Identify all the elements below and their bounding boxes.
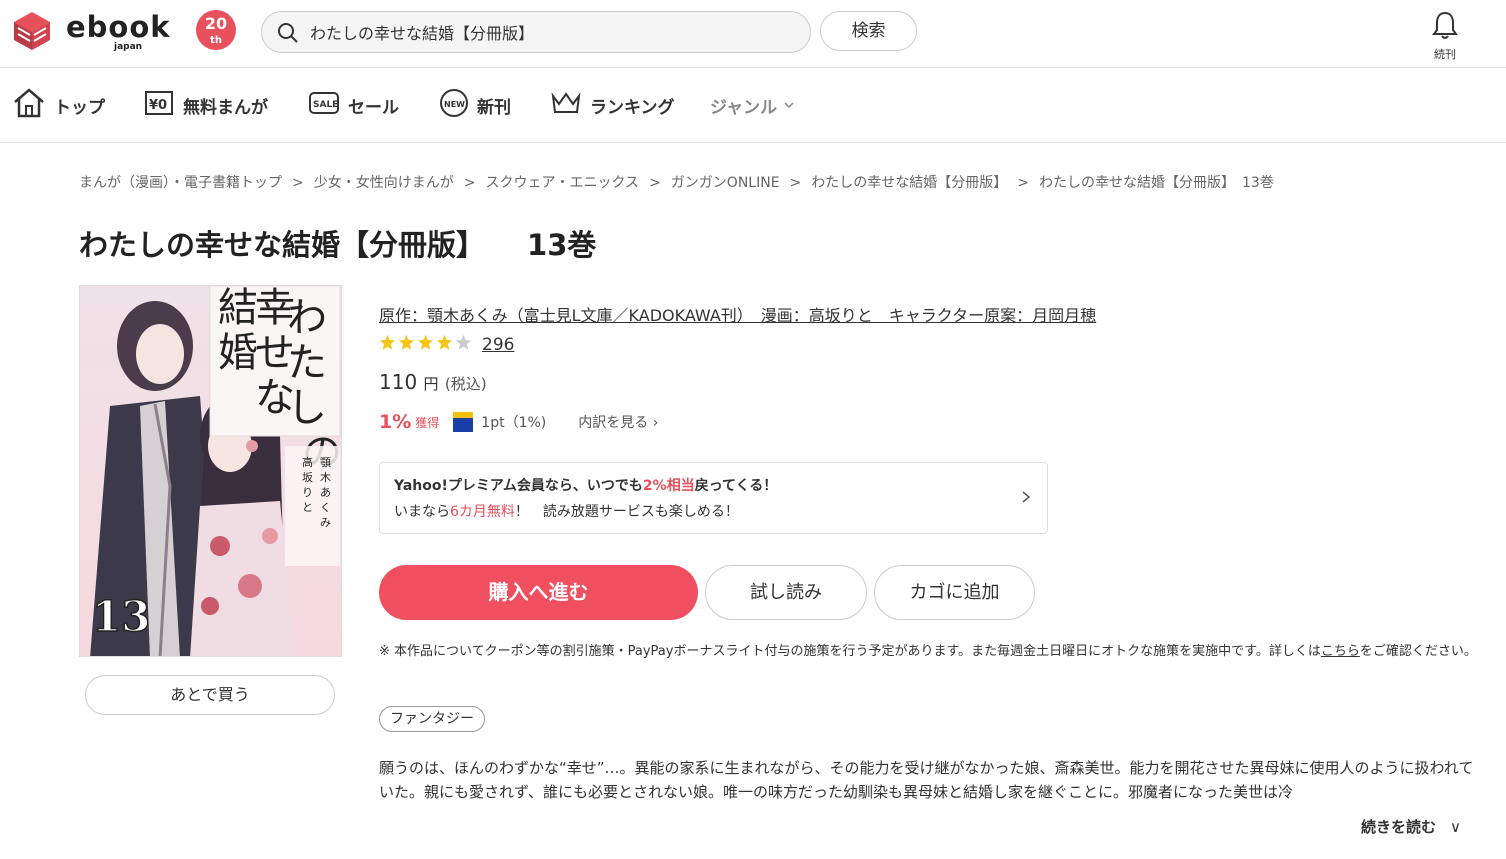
- search-button[interactable]: 検索: [820, 11, 917, 51]
- nav-label: セール: [348, 97, 399, 118]
- book-cover[interactable]: わ た し 幸 せ な 結 婚 の 顎木あくみ 高坂りと 13: [79, 285, 342, 657]
- yen-zero-icon: ¥0: [143, 89, 183, 122]
- author-credits[interactable]: 原作：顎木あくみ（富士見L文庫／KADOKAWA刊） 漫画：高坂りと キャラクタ…: [379, 302, 1096, 326]
- promo-line-1: Yahoo!プレミアム会員なら、いつでも2%相当戻ってくる！: [394, 475, 777, 495]
- anniversary-badge: 20 th: [196, 10, 236, 50]
- nav-item-new[interactable]: NEW 新刊: [439, 87, 511, 123]
- promo-line-1-highlight: 2%相当: [642, 478, 695, 494]
- search-icon[interactable]: [276, 21, 300, 45]
- breadcrumb-current: わたしの幸せな結婚【分冊版】 13巻: [1039, 175, 1274, 191]
- star-icon-filled: [417, 334, 436, 355]
- breadcrumb-separator: >: [1017, 175, 1030, 191]
- price-value: 110: [379, 370, 418, 394]
- breadcrumb-separator: >: [649, 175, 661, 191]
- read-more-button[interactable]: 続きを読む ∨: [1361, 816, 1461, 837]
- page-title: わたしの幸せな結婚【分冊版】 13巻: [79, 222, 596, 264]
- yahoo-premium-banner[interactable]: Yahoo!プレミアム会員なら、いつでも2%相当戻ってくる！ いまなら6カ月無料…: [379, 462, 1048, 534]
- price-unit: 円: [423, 375, 439, 393]
- breadcrumb-item[interactable]: まんが（漫画）・電子書籍トップ: [79, 175, 282, 191]
- point-percent: 1%: [379, 411, 412, 433]
- breadcrumb-separator: >: [292, 175, 304, 191]
- bell-icon: [1432, 11, 1458, 44]
- campaign-notice: ※ 本作品についてクーポン等の割引施策・PayPayボーナスライト付与の施策を行…: [379, 642, 1479, 662]
- breadcrumb-item[interactable]: わたしの幸せな結婚【分冊版】: [811, 175, 1007, 191]
- description: 願うのは、ほんのわずかな“幸せ”…。異能の家系に生まれながら、その能力を受け継が…: [379, 759, 1474, 801]
- promo-line-2-highlight: 6カ月無料: [450, 504, 515, 520]
- breadcrumb-item[interactable]: スクウェア・エニックス: [485, 175, 639, 191]
- rating: 296: [379, 334, 514, 355]
- book-stack-icon: [10, 8, 54, 54]
- home-icon: [12, 87, 54, 124]
- promo-line-1-pre: Yahoo!プレミアム会員なら、いつでも: [394, 478, 643, 494]
- svg-text:SALE: SALE: [313, 100, 338, 110]
- purchase-button[interactable]: 購入へ進む: [379, 565, 698, 620]
- cover-volume-number: 13: [92, 592, 150, 641]
- nav-label: 新刊: [477, 97, 511, 118]
- trial-read-button[interactable]: 試し読み: [705, 565, 867, 620]
- site-logo[interactable]: ebook japan 20 th: [10, 8, 236, 54]
- notice-link[interactable]: こちら: [1321, 644, 1360, 659]
- bell-label: 続刊: [1434, 48, 1456, 61]
- nav-item-genre[interactable]: ジャンル: [710, 87, 803, 123]
- breadcrumb: まんが（漫画）・電子書籍トップ > 少女・女性向けまんが > スクウェア・エニックス > ガ…: [79, 172, 1274, 192]
- star-icon-filled: [398, 334, 417, 355]
- buy-later-button[interactable]: あとで買う: [85, 675, 335, 715]
- logo-wordmark: ebook: [66, 10, 171, 44]
- star-icon-filled: [436, 334, 455, 355]
- chevron-down-icon: ∨: [1450, 818, 1461, 836]
- promo-line-2-post: ！ 読み放題サービスも楽しめる！: [514, 504, 739, 520]
- follow-button[interactable]: 続刊: [1420, 10, 1470, 62]
- notice-text: ※ 本作品についてクーポン等の割引施策・PayPayボーナスライト付与の施策を行…: [379, 644, 1321, 659]
- nav-item-ranking[interactable]: ランキング: [550, 87, 675, 123]
- svg-text:NEW: NEW: [444, 100, 465, 109]
- svg-text:¥0: ¥0: [149, 98, 167, 113]
- promo-line-1-post: 戻ってくる！: [694, 478, 778, 494]
- nav-item-sale[interactable]: SALE セール: [308, 87, 399, 123]
- t-point-value: 1pt（1%): [481, 415, 547, 431]
- title-main: わたしの幸せな結婚【分冊版】: [79, 228, 486, 262]
- point-percent-label: 獲得: [415, 415, 440, 430]
- breadcrumb-item[interactable]: 少女・女性向けまんが: [314, 175, 454, 191]
- star-icon-empty: [455, 334, 474, 355]
- nav-label: トップ: [54, 97, 105, 118]
- notice-tail: をご確認ください。: [1359, 644, 1477, 659]
- points-row: 1% 獲得 1pt（1%) 内訳を見る ›: [379, 411, 658, 433]
- nav-label: 無料まんが: [183, 97, 268, 118]
- price: 110 円 (税込): [379, 370, 487, 394]
- nav-item-top[interactable]: トップ: [12, 87, 105, 123]
- crown-icon: [550, 90, 590, 121]
- breadcrumb-separator: >: [463, 175, 476, 191]
- add-to-cart-button[interactable]: カゴに追加: [874, 565, 1035, 620]
- chevron-down-icon: [783, 95, 803, 115]
- breadcrumb-separator: >: [789, 175, 802, 191]
- chevron-right-icon: ›: [652, 415, 659, 431]
- sale-icon: SALE: [308, 90, 348, 121]
- main-nav: トップ ¥0 無料まんが SALE セール NEW 新刊 ランキング ジャンル: [0, 69, 1506, 143]
- price-tax: (税込): [444, 375, 487, 393]
- read-more-label: 続きを読む: [1361, 818, 1437, 836]
- t-point-icon: [453, 412, 474, 432]
- breakdown-link[interactable]: 内訳を見る ›: [578, 412, 658, 432]
- breadcrumb-item[interactable]: ガンガンONLINE: [671, 175, 780, 191]
- logo-subtext: japan: [114, 42, 143, 52]
- nav-label: ジャンル: [710, 97, 778, 118]
- search-bar: [261, 11, 811, 53]
- site-header: ebook japan 20 th 検索 続刊: [0, 0, 1506, 68]
- nav-item-free[interactable]: ¥0 無料まんが: [143, 87, 268, 123]
- star-icon-filled: [379, 334, 398, 355]
- review-count-link[interactable]: 296: [482, 335, 514, 355]
- search-input[interactable]: [310, 12, 800, 52]
- promo-line-2-pre: いまなら: [394, 504, 450, 520]
- badge-suffix: th: [210, 35, 222, 46]
- title-volume: 13巻: [527, 228, 597, 262]
- genre-tag[interactable]: ファンタジー: [379, 706, 485, 732]
- chevron-right-icon: [1021, 489, 1031, 508]
- badge-number: 20: [204, 14, 228, 33]
- promo-line-2: いまなら6カ月無料！ 読み放題サービスも楽しめる！: [394, 501, 739, 521]
- breakdown-label: 内訳を見る: [578, 415, 649, 431]
- new-icon: NEW: [439, 88, 477, 123]
- nav-label: ランキング: [590, 97, 675, 118]
